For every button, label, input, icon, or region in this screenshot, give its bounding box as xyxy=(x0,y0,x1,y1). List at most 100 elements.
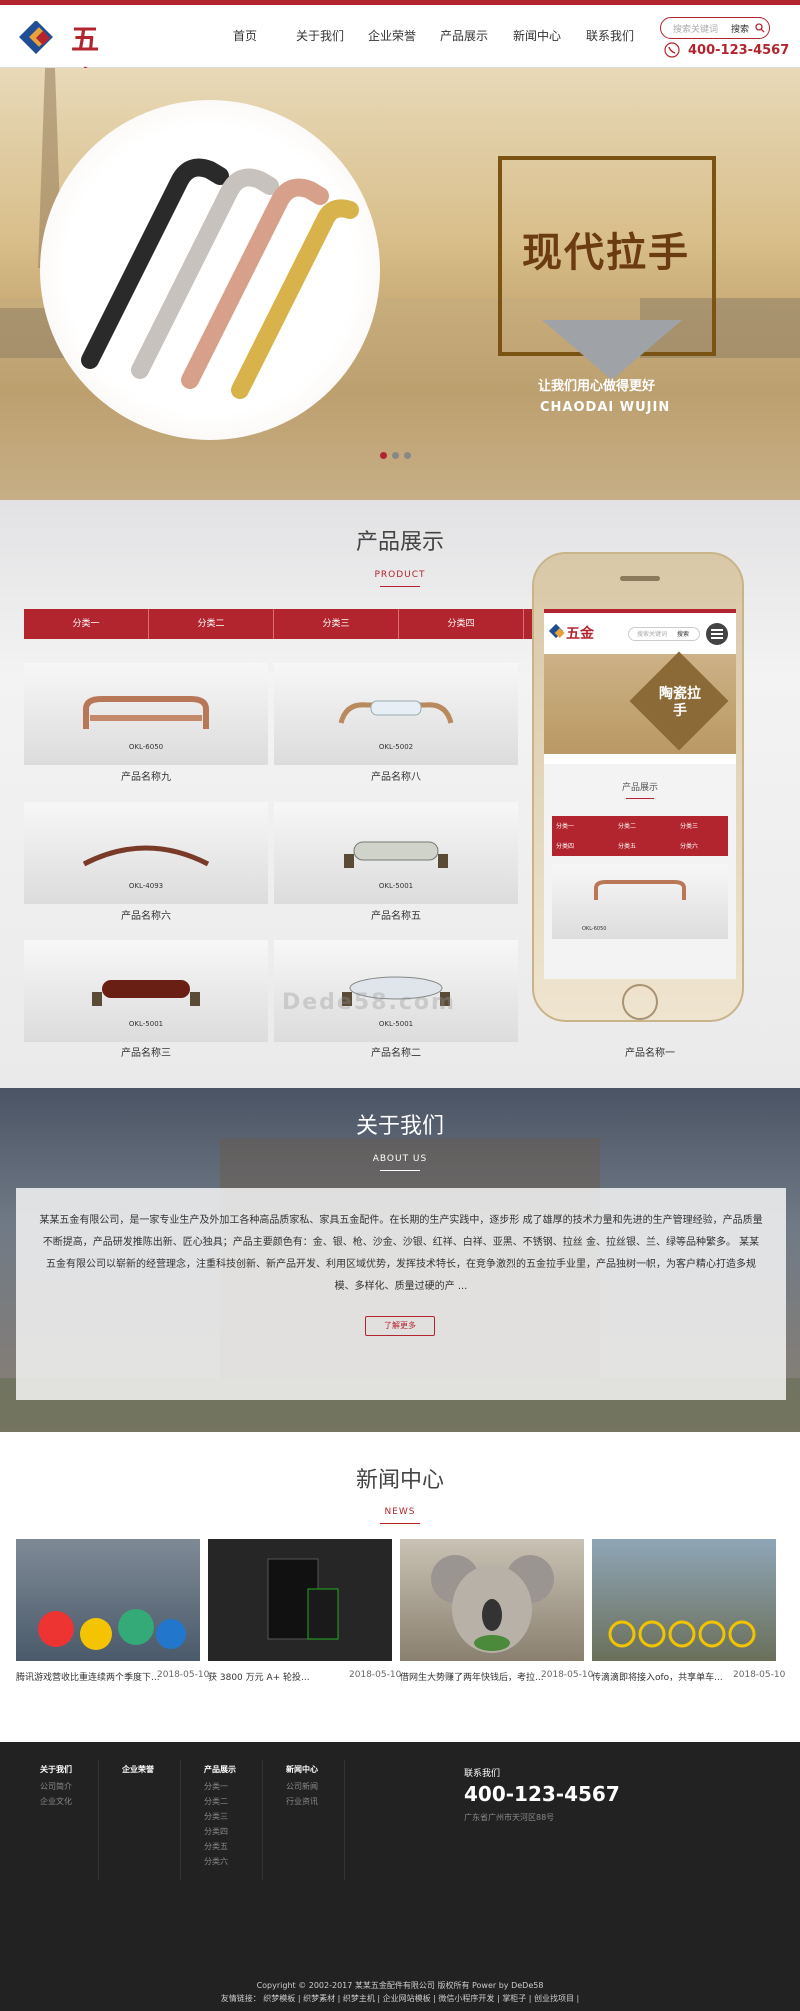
footer-link[interactable]: 分类二 xyxy=(204,1794,236,1809)
slide-dot-2[interactable] xyxy=(392,452,399,459)
product-code: OKL-5001 xyxy=(128,1020,164,1028)
product-card[interactable]: OKL-5001 xyxy=(274,802,518,904)
news-date: 2018-05-10 xyxy=(349,1670,402,1680)
nav-products[interactable]: 产品展示 xyxy=(440,27,488,44)
mobile-search-input[interactable]: 搜索关键词 xyxy=(637,629,667,638)
news-thumbnail[interactable] xyxy=(592,1539,776,1661)
about-section: 关于我们 ABOUT US 某某五金有限公司，是一家专业生产及外加工各种高品质家… xyxy=(0,1088,800,1432)
mobile-tab-4[interactable]: 分类四 xyxy=(556,841,574,850)
mobile-tab-6[interactable]: 分类六 xyxy=(680,841,698,850)
site-footer: 关于我们 公司简介 企业文化 企业荣誉 产品展示 分类一 分类二 分类三 分类四… xyxy=(0,1742,800,2011)
nav-home[interactable]: 首页 xyxy=(233,27,257,44)
product-name[interactable]: 产品名称一 xyxy=(528,1044,772,1059)
footer-column-title[interactable]: 关于我们 xyxy=(40,1764,72,1775)
mobile-menu-button[interactable] xyxy=(706,623,728,645)
footer-link[interactable]: 分类五 xyxy=(204,1839,236,1854)
footer-link[interactable]: 行业资讯 xyxy=(286,1794,318,1809)
banner-title: 现代拉手 xyxy=(522,230,690,276)
footer-column-about: 关于我们 公司简介 企业文化 xyxy=(40,1764,72,1809)
news-headline[interactable]: 借网生大势赚了两年快钱后，考拉... xyxy=(400,1670,544,1683)
news-divider xyxy=(380,1523,420,1524)
product-name[interactable]: 产品名称六 xyxy=(24,907,268,922)
mobile-tab-2[interactable]: 分类二 xyxy=(618,821,636,830)
news-thumbnail[interactable] xyxy=(400,1539,584,1661)
product-card[interactable]: OKL-6050 xyxy=(24,663,268,765)
footer-column-products: 产品展示 分类一 分类二 分类三 分类四 分类五 分类六 xyxy=(204,1764,236,1869)
news-headline[interactable]: 传滴滴即将接入ofo，共享单车... xyxy=(592,1670,723,1683)
tab-category-2[interactable]: 分类二 xyxy=(149,609,274,639)
about-divider xyxy=(380,1170,420,1171)
footer-column-title[interactable]: 新闻中心 xyxy=(286,1764,318,1775)
products-divider xyxy=(380,586,420,587)
product-name[interactable]: 产品名称三 xyxy=(24,1044,268,1059)
footer-column-title[interactable]: 企业荣誉 xyxy=(122,1764,154,1775)
footer-column-news: 新闻中心 公司新闻 行业资讯 xyxy=(286,1764,318,1809)
learn-more-button[interactable]: 了解更多 xyxy=(365,1316,435,1336)
tab-category-4[interactable]: 分类四 xyxy=(399,609,524,639)
mobile-search-button[interactable]: 搜索 xyxy=(677,629,689,638)
search-box[interactable]: 搜索关键词 搜索 xyxy=(660,17,770,39)
tab-category-3[interactable]: 分类三 xyxy=(274,609,399,639)
news-headline[interactable]: 腾讯游戏营收比重连续两个季度下... xyxy=(16,1670,160,1683)
product-image xyxy=(344,841,448,868)
search-icon[interactable] xyxy=(755,23,765,33)
footer-contact-title: 联系我们 xyxy=(464,1769,501,1779)
search-button[interactable]: 搜索 xyxy=(731,22,749,35)
product-code: OKL-4093 xyxy=(128,882,164,890)
news-thumbnail[interactable] xyxy=(208,1539,392,1661)
about-title: 关于我们 xyxy=(355,1114,444,1139)
nav-news[interactable]: 新闻中心 xyxy=(513,27,561,44)
footer-link[interactable]: 分类六 xyxy=(204,1854,236,1869)
news-image-koala xyxy=(431,1555,554,1653)
phone-icon xyxy=(664,42,680,58)
mobile-search-box[interactable]: 搜索关键词 搜索 xyxy=(628,627,700,641)
footer-link[interactable]: 分类一 xyxy=(204,1779,236,1794)
nav-honor[interactable]: 企业荣誉 xyxy=(368,27,416,44)
slide-dot-1[interactable] xyxy=(380,452,387,459)
footer-friend-links[interactable]: 友情链接： 织梦模板 | 织梦素材 | 织梦主机 | 企业网站模板 | 微信小程… xyxy=(0,1993,800,2004)
mobile-logo-icon xyxy=(548,623,565,639)
product-name[interactable]: 产品名称五 xyxy=(274,907,518,922)
product-name[interactable]: 产品名称二 xyxy=(274,1044,518,1059)
mobile-product-card[interactable]: OKL-6050 xyxy=(552,864,728,939)
footer-separator xyxy=(344,1760,345,1880)
product-code: OKL-5001 xyxy=(378,1020,414,1028)
site-header: 五金 首页 关于我们 企业荣誉 产品展示 新闻中心 联系我们 搜索关键词 搜索 … xyxy=(0,5,800,98)
phone-speaker xyxy=(620,576,660,581)
footer-link[interactable]: 分类四 xyxy=(204,1824,236,1839)
footer-link[interactable]: 公司新闻 xyxy=(286,1779,318,1794)
product-card[interactable]: OKL-4093 xyxy=(24,802,268,904)
search-input[interactable]: 搜索关键词 xyxy=(673,22,718,35)
footer-separator xyxy=(98,1760,99,1880)
mobile-tab-1[interactable]: 分类一 xyxy=(556,821,574,830)
product-image xyxy=(83,696,209,729)
mobile-product-image xyxy=(594,880,686,900)
tab-category-1[interactable]: 分类一 xyxy=(24,609,149,639)
mobile-tab-5[interactable]: 分类五 xyxy=(618,841,636,850)
nav-contact[interactable]: 联系我们 xyxy=(586,27,634,44)
handles-illustration xyxy=(81,158,359,399)
product-circle xyxy=(40,100,380,440)
banner-slogan: 让我们用心做得更好 xyxy=(538,379,656,394)
nav-about[interactable]: 关于我们 xyxy=(296,27,344,44)
product-name[interactable]: 产品名称九 xyxy=(24,768,268,783)
footer-link[interactable]: 分类三 xyxy=(204,1809,236,1824)
footer-link[interactable]: 企业文化 xyxy=(40,1794,72,1809)
footer-column-title[interactable]: 产品展示 xyxy=(204,1764,236,1775)
mobile-accent-bar xyxy=(544,609,736,613)
mobile-banner-title: 陶瓷拉手 xyxy=(659,686,701,719)
news-image-toys xyxy=(38,1609,186,1650)
product-card[interactable]: OKL-5002 xyxy=(274,663,518,765)
footer-column-honor: 企业荣誉 xyxy=(122,1764,154,1779)
news-thumbnail[interactable] xyxy=(16,1539,200,1661)
mobile-divider xyxy=(626,798,654,799)
product-name[interactable]: 产品名称八 xyxy=(274,768,518,783)
slide-dot-3[interactable] xyxy=(404,452,411,459)
mobile-tab-3[interactable]: 分类三 xyxy=(680,821,698,830)
banner-title-frame: 现代拉手 xyxy=(498,156,716,380)
news-headline[interactable]: 获 3800 万元 A+ 轮投... xyxy=(208,1670,310,1683)
news-section: 新闻中心 NEWS 腾讯游戏营收比重连续两个季度下... 2018-05-10 … xyxy=(0,1432,800,1742)
logo[interactable]: 五金 xyxy=(16,19,120,98)
product-card[interactable]: OKL-5001 xyxy=(24,940,268,1042)
footer-link[interactable]: 公司简介 xyxy=(40,1779,72,1794)
